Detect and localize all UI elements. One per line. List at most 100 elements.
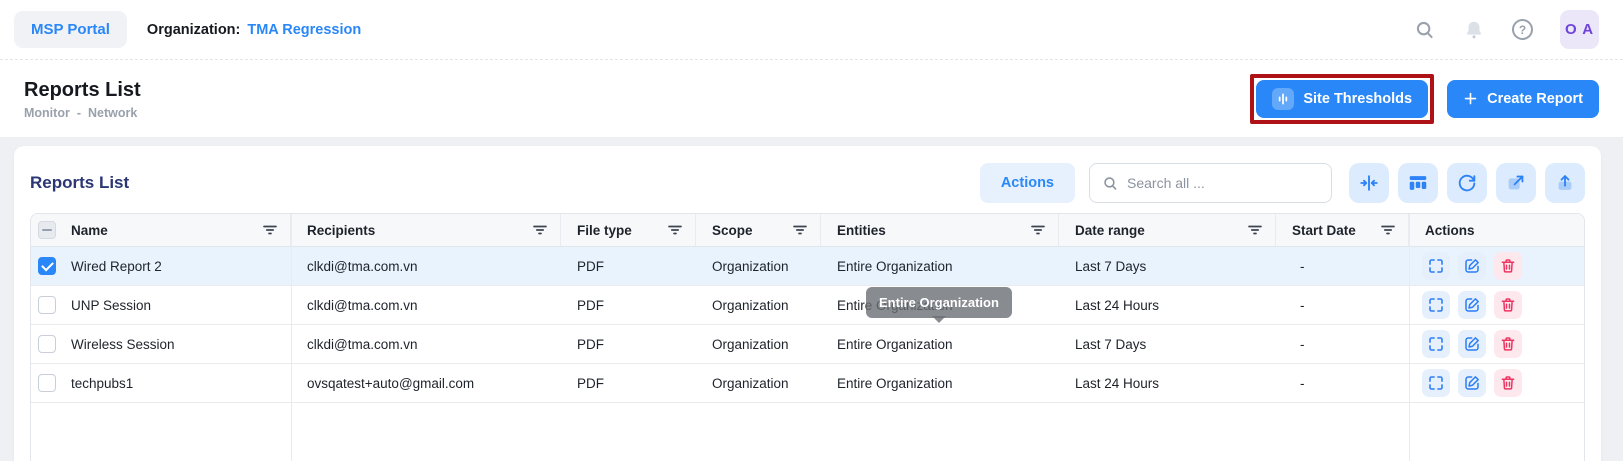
filter-icon[interactable] bbox=[1030, 223, 1046, 237]
cell-recipients: clkdi@tma.com.vn bbox=[291, 325, 561, 363]
actions-button[interactable]: Actions bbox=[980, 163, 1075, 203]
cell-name: techpubs1 bbox=[63, 364, 291, 402]
cell-actions bbox=[1409, 286, 1584, 324]
table-empty-area bbox=[31, 403, 1584, 461]
column-header-actions: Actions bbox=[1409, 214, 1584, 246]
cell-recipients: clkdi@tma.com.vn bbox=[291, 286, 561, 324]
open-in-new-icon[interactable] bbox=[1496, 163, 1536, 203]
filter-icon[interactable] bbox=[1380, 223, 1396, 237]
site-thresholds-button[interactable]: Site Thresholds bbox=[1256, 80, 1428, 118]
entities-tooltip: Entire Organization bbox=[866, 287, 1012, 318]
notifications-bell-icon[interactable] bbox=[1463, 19, 1485, 41]
actions-column-divider bbox=[1409, 214, 1410, 461]
expand-icon[interactable] bbox=[1422, 330, 1450, 358]
cell-date-range: Last 24 Hours bbox=[1059, 286, 1276, 324]
delete-icon[interactable] bbox=[1494, 291, 1522, 319]
manage-columns-icon[interactable] bbox=[1398, 163, 1438, 203]
create-report-label: Create Report bbox=[1487, 91, 1583, 107]
cell-entities: Entire Organization bbox=[821, 247, 1059, 285]
cell-file-type: PDF bbox=[561, 286, 696, 324]
thresholds-sliders-icon bbox=[1272, 88, 1294, 110]
table-header-row: Name Recipients File type Scope Entities bbox=[31, 214, 1584, 247]
cell-scope: Organization bbox=[696, 286, 821, 324]
cell-date-range: Last 7 Days bbox=[1059, 325, 1276, 363]
card-controls: Actions bbox=[980, 163, 1585, 203]
cell-actions bbox=[1409, 247, 1584, 285]
top-navigation-bar: MSP Portal Organization: TMA Regression … bbox=[0, 0, 1623, 60]
row-checkbox[interactable] bbox=[38, 257, 56, 275]
filter-icon[interactable] bbox=[1247, 223, 1263, 237]
search-icon[interactable] bbox=[1414, 19, 1436, 41]
cell-file-type: PDF bbox=[561, 247, 696, 285]
cell-start-date: - bbox=[1276, 286, 1409, 324]
breadcrumb-monitor[interactable]: Monitor bbox=[24, 106, 70, 120]
breadcrumb-network[interactable]: Network bbox=[88, 106, 137, 120]
column-header-start-date[interactable]: Start Date bbox=[1276, 214, 1409, 246]
row-checkbox[interactable] bbox=[38, 296, 56, 314]
edit-icon[interactable] bbox=[1458, 252, 1486, 280]
row-checkbox[interactable] bbox=[38, 335, 56, 353]
card-header: Reports List Actions bbox=[30, 160, 1585, 206]
expand-icon[interactable] bbox=[1422, 291, 1450, 319]
header-action-buttons: Site Thresholds Create Report bbox=[1250, 74, 1599, 124]
delete-icon[interactable] bbox=[1494, 369, 1522, 397]
page-title: Reports List bbox=[24, 78, 141, 102]
filter-icon[interactable] bbox=[792, 223, 808, 237]
organization-label: Organization: bbox=[147, 22, 240, 38]
expand-icon[interactable] bbox=[1422, 369, 1450, 397]
filter-icon[interactable] bbox=[667, 223, 683, 237]
help-icon[interactable]: ? bbox=[1512, 19, 1533, 40]
table-row[interactable]: UNP Session clkdi@tma.com.vn PDF Organiz… bbox=[31, 286, 1584, 325]
cell-name: UNP Session bbox=[63, 286, 291, 324]
delete-icon[interactable] bbox=[1494, 330, 1522, 358]
cell-entities: Entire Organization bbox=[821, 364, 1059, 402]
create-report-button[interactable]: Create Report bbox=[1447, 80, 1599, 118]
cell-start-date: - bbox=[1276, 325, 1409, 363]
column-header-file-type[interactable]: File type bbox=[561, 214, 696, 246]
table-row[interactable]: Wired Report 2 clkdi@tma.com.vn PDF Orga… bbox=[31, 247, 1584, 286]
row-checkbox[interactable] bbox=[38, 374, 56, 392]
pinned-column-divider bbox=[291, 214, 292, 461]
cell-name: Wired Report 2 bbox=[63, 247, 291, 285]
main-content: Reports List Actions bbox=[0, 138, 1623, 461]
avatar[interactable]: O A bbox=[1560, 10, 1599, 49]
annotation-highlight-box: Site Thresholds bbox=[1250, 74, 1434, 124]
edit-icon[interactable] bbox=[1458, 330, 1486, 358]
search-box bbox=[1089, 163, 1332, 203]
cell-actions bbox=[1409, 364, 1584, 402]
search-icon bbox=[1102, 175, 1119, 192]
column-header-recipients[interactable]: Recipients bbox=[291, 214, 561, 246]
reports-list-card: Reports List Actions bbox=[14, 146, 1601, 461]
select-all-checkbox[interactable] bbox=[38, 221, 56, 239]
msp-portal-button[interactable]: MSP Portal bbox=[14, 11, 127, 48]
header-checkbox-cell bbox=[31, 214, 63, 246]
cell-date-range: Last 7 Days bbox=[1059, 247, 1276, 285]
cell-date-range: Last 24 Hours bbox=[1059, 364, 1276, 402]
table-row[interactable]: techpubs1 ovsqatest+auto@gmail.com PDF O… bbox=[31, 364, 1584, 403]
cell-scope: Organization bbox=[696, 325, 821, 363]
cell-start-date: - bbox=[1276, 364, 1409, 402]
filter-icon[interactable] bbox=[532, 223, 548, 237]
cell-file-type: PDF bbox=[561, 325, 696, 363]
column-header-date-range[interactable]: Date range bbox=[1059, 214, 1276, 246]
filter-icon[interactable] bbox=[262, 223, 278, 237]
column-header-name[interactable]: Name bbox=[63, 214, 291, 246]
refresh-icon[interactable] bbox=[1447, 163, 1487, 203]
cell-recipients: ovsqatest+auto@gmail.com bbox=[291, 364, 561, 402]
topbar-right-icons: ? O A bbox=[1414, 10, 1599, 49]
edit-icon[interactable] bbox=[1458, 369, 1486, 397]
plus-icon bbox=[1463, 91, 1478, 106]
page-title-block: Reports List Monitor - Network bbox=[24, 78, 141, 120]
cell-scope: Organization bbox=[696, 364, 821, 402]
collapse-columns-icon[interactable] bbox=[1349, 163, 1389, 203]
export-icon[interactable] bbox=[1545, 163, 1585, 203]
table-row[interactable]: Wireless Session clkdi@tma.com.vn PDF Or… bbox=[31, 325, 1584, 364]
page-header: Reports List Monitor - Network Site Thre… bbox=[0, 60, 1623, 138]
search-input[interactable] bbox=[1127, 175, 1319, 191]
organization-name-link[interactable]: TMA Regression bbox=[247, 22, 361, 38]
column-header-entities[interactable]: Entities bbox=[821, 214, 1059, 246]
edit-icon[interactable] bbox=[1458, 291, 1486, 319]
delete-icon[interactable] bbox=[1494, 252, 1522, 280]
column-header-scope[interactable]: Scope bbox=[696, 214, 821, 246]
expand-icon[interactable] bbox=[1422, 252, 1450, 280]
